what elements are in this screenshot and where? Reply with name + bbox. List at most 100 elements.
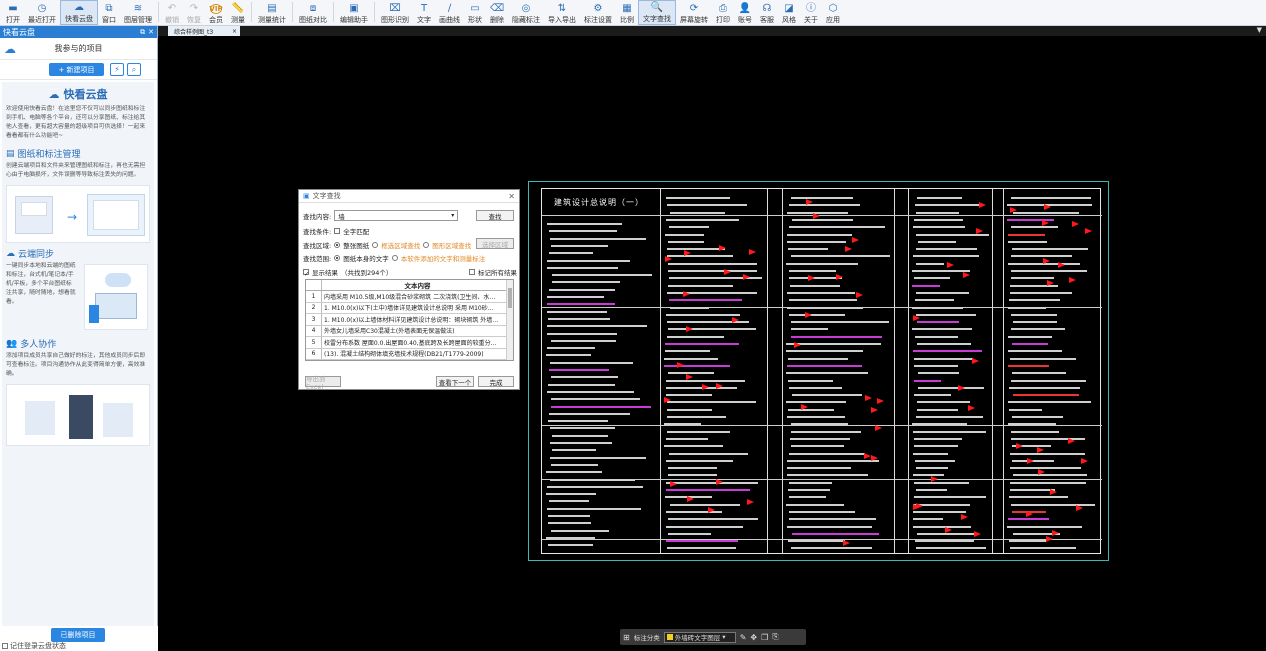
scroll-thumb[interactable] (508, 288, 512, 308)
search-hit-marker-icon[interactable] (716, 478, 724, 485)
sync-icon[interactable]: ⚡ (110, 63, 124, 76)
layer-select[interactable]: 外墙砖文字图层 ▾ (663, 631, 736, 643)
search-hit-marker-icon[interactable] (1069, 276, 1077, 283)
window-button[interactable]: ⧉ 窗口 (98, 0, 120, 25)
search-hit-marker-icon[interactable] (961, 513, 969, 520)
import-export-button[interactable]: ⇅ 导入导出 (544, 0, 580, 25)
search-hit-marker-icon[interactable] (870, 455, 878, 462)
text-search-button[interactable]: 🔍 文字查找 (638, 0, 676, 25)
draw-curve-button[interactable]: ∕ 画曲线 (435, 0, 464, 25)
search-hit-marker-icon[interactable] (1052, 530, 1060, 536)
search-hit-marker-icon[interactable] (842, 540, 850, 547)
layers-button[interactable]: ≋ 图层管理 (120, 0, 156, 25)
search-hit-marker-icon[interactable] (804, 311, 812, 318)
search-hit-marker-icon[interactable] (957, 385, 965, 392)
search-hit-marker-icon[interactable] (701, 384, 709, 391)
scale-button[interactable]: ▦ 比例 (616, 0, 638, 25)
region-whole-radio[interactable] (334, 242, 341, 248)
search-hit-marker-icon[interactable] (962, 272, 970, 279)
search-hit-marker-icon[interactable] (968, 404, 976, 411)
search-hit-marker-icon[interactable] (1037, 469, 1045, 476)
folder-open-button[interactable]: ▬ 打开 (2, 0, 24, 25)
search-hit-marker-icon[interactable] (1058, 262, 1066, 269)
apps-button[interactable]: ⬡ 应用 (822, 0, 844, 25)
search-hit-marker-icon[interactable] (979, 202, 987, 209)
search-hit-marker-icon[interactable] (707, 506, 715, 513)
search-hit-marker-icon[interactable] (1084, 228, 1092, 235)
done-button[interactable]: 完成 (478, 376, 514, 387)
table-row[interactable]: 5 校雷分布系数 屋面0.0.出屋面0.40,基底跨及长跨屋面的较重分… (306, 337, 513, 349)
region-shape-radio[interactable] (423, 242, 430, 248)
account-button[interactable]: 👤 账号 (734, 0, 756, 25)
search-hit-marker-icon[interactable] (1044, 203, 1052, 210)
search-hit-marker-icon[interactable] (913, 503, 921, 510)
search-hit-marker-icon[interactable] (875, 424, 883, 431)
mark-all-checkbox[interactable] (469, 269, 475, 275)
search-hit-marker-icon[interactable] (1080, 457, 1088, 464)
find-button[interactable]: 查找 (476, 210, 514, 221)
search-hit-marker-icon[interactable] (877, 398, 885, 405)
search-hit-marker-icon[interactable] (975, 227, 983, 234)
search-hit-marker-icon[interactable] (973, 531, 981, 538)
table-row[interactable]: 1 内墙采用 M10.5级,M10级混合砂浆砌筑 二次浇筑(卫生间、水… (306, 291, 513, 303)
tab-list-dropdown-icon[interactable]: ▼ (1257, 26, 1262, 34)
scope-annotation-radio[interactable] (391, 255, 398, 261)
paste-icon[interactable]: ⎘ (772, 632, 778, 642)
search-hit-marker-icon[interactable] (1068, 437, 1076, 444)
chevron-down-icon[interactable]: ▾ (451, 212, 454, 219)
search-hit-marker-icon[interactable] (731, 317, 739, 324)
find-next-button[interactable]: 查看下一个 (436, 376, 474, 387)
cloud-drive-button[interactable]: ☁ 快看云盘 (60, 0, 98, 25)
search-hit-marker-icon[interactable] (852, 237, 860, 244)
table-scrollbar[interactable] (506, 280, 513, 360)
customer-service-button[interactable]: ☊ 客服 (756, 0, 778, 25)
shape-button[interactable]: ▭ 形状 (464, 0, 486, 25)
search-hit-marker-icon[interactable] (1009, 207, 1017, 214)
search-hit-marker-icon[interactable] (1045, 535, 1053, 542)
new-project-button[interactable]: + 新建项目 (49, 63, 104, 76)
table-row[interactable]: 3 1. M10.0(x)以上墙体材料详见建筑设计总说明：砌块砌筑 外墙… (306, 314, 513, 326)
search-hit-marker-icon[interactable] (863, 452, 871, 459)
remember-login-checkbox[interactable]: 记住登录云盘状态 (2, 641, 66, 651)
print-button[interactable]: ⎙ 打印 (712, 0, 734, 25)
text-button[interactable]: T 文字 (413, 0, 435, 25)
close-dialog-icon[interactable]: ✕ (508, 192, 515, 201)
search-hit-marker-icon[interactable] (1041, 220, 1049, 227)
search-hit-marker-icon[interactable] (665, 256, 673, 263)
search-hit-marker-icon[interactable] (1075, 504, 1083, 511)
search-hit-marker-icon[interactable] (746, 498, 754, 505)
screen-rotate-button[interactable]: ⟳ 屏幕旋转 (676, 0, 712, 25)
search-hit-marker-icon[interactable] (1016, 442, 1024, 449)
show-results-checkbox[interactable]: ✓ (303, 269, 309, 278)
search-hit-marker-icon[interactable] (669, 480, 677, 487)
whole-match-checkbox[interactable] (334, 228, 341, 234)
search-hit-marker-icon[interactable] (677, 361, 685, 368)
search-hit-marker-icon[interactable] (1042, 258, 1050, 265)
search-hit-marker-icon[interactable] (836, 274, 844, 281)
search-hit-marker-icon[interactable] (683, 291, 691, 298)
search-hit-marker-icon[interactable] (1036, 446, 1044, 453)
close-panel-icon[interactable]: ✕ (148, 28, 154, 37)
delete-button[interactable]: ⌫ 删除 (486, 0, 508, 25)
style-button[interactable]: ◪ 风格 (778, 0, 800, 25)
search-hit-marker-icon[interactable] (870, 407, 878, 414)
search-hit-marker-icon[interactable] (724, 268, 732, 275)
shape-recognize-button[interactable]: ⌧ 图形识别 (377, 0, 413, 25)
search-hit-marker-icon[interactable] (800, 403, 808, 410)
search-hit-marker-icon[interactable] (664, 396, 672, 403)
edit-icon[interactable]: ✎ (740, 633, 747, 642)
export-excel-button[interactable]: 导出到Excel (305, 375, 341, 391)
search-hit-marker-icon[interactable] (687, 495, 695, 502)
search-hit-marker-icon[interactable] (864, 394, 872, 401)
undo-button[interactable]: ↶ 撤销 (161, 0, 183, 25)
search-icon[interactable]: ⌕ (127, 63, 141, 76)
search-hit-marker-icon[interactable] (1026, 511, 1034, 518)
search-hit-marker-icon[interactable] (685, 374, 693, 381)
table-row[interactable]: 4 外墙女儿墙采用C30混凝土(外墙表面无保温做法) (306, 325, 513, 337)
search-hit-marker-icon[interactable] (947, 261, 955, 268)
search-hit-marker-icon[interactable] (808, 275, 816, 282)
search-hit-marker-icon[interactable] (972, 357, 980, 364)
category-label[interactable]: 标注分类 (634, 632, 660, 642)
copy-icon[interactable]: ❐ (761, 633, 768, 642)
compare-button[interactable]: ⧈ 图纸对比 (295, 0, 331, 25)
